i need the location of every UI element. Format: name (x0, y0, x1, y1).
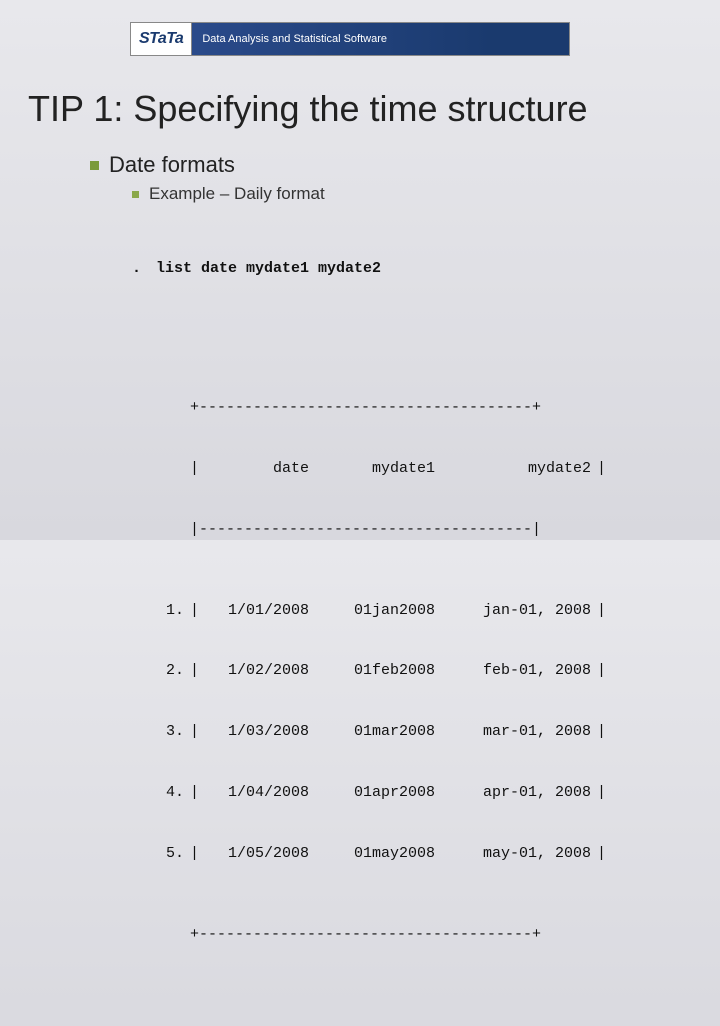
command-line: . list date mydate1 mydate2 (132, 259, 680, 279)
banner-tagline: Data Analysis and Statistical Software (192, 22, 570, 56)
border-bottom: +-------------------------------------+ (190, 925, 541, 945)
command-text: list date mydate1 mydate2 (156, 259, 381, 279)
square-bullet-icon (90, 161, 99, 170)
code-block: . list date mydate1 mydate2 +-----------… (132, 218, 680, 1026)
table-row: 3. | 1/03/2008 01mar2008 mar-01, 2008 | (150, 722, 680, 742)
border-mid: |-------------------------------------| (190, 520, 541, 540)
bullet-level-2: Example – Daily format (132, 184, 680, 204)
table-row: 2. | 1/02/2008 01feb2008 feb-01, 2008 | (150, 661, 680, 681)
col-header-mydate1: mydate1 (315, 459, 441, 479)
bullet-text-1: Date formats (109, 152, 235, 178)
output-table: +-------------------------------------+ … (150, 358, 680, 986)
table-row: 1. | 1/01/2008 01jan2008 jan-01, 2008 | (150, 601, 680, 621)
logo-text: STaTa (139, 30, 183, 48)
bullet-text-2: Example – Daily format (149, 184, 325, 204)
slide-title: TIP 1: Specifying the time structure (28, 88, 588, 130)
col-header-mydate2: mydate2 (441, 459, 597, 479)
col-header-date: date (199, 459, 315, 479)
bullet-level-1: Date formats (90, 152, 680, 178)
table-row: 5. | 1/05/2008 01may2008 may-01, 2008 | (150, 844, 680, 864)
border-top: +-------------------------------------+ (190, 398, 541, 418)
stata-banner: STaTa Data Analysis and Statistical Soft… (130, 22, 570, 56)
table-row: 4. | 1/04/2008 01apr2008 apr-01, 2008 | (150, 783, 680, 803)
stata-logo: STaTa (130, 22, 192, 56)
table-header-row: | date mydate1 mydate2 | (150, 459, 680, 479)
prompt-dot: . (132, 259, 142, 279)
content-area: Date formats Example – Daily format . li… (90, 152, 680, 1026)
square-bullet-icon (132, 191, 139, 198)
